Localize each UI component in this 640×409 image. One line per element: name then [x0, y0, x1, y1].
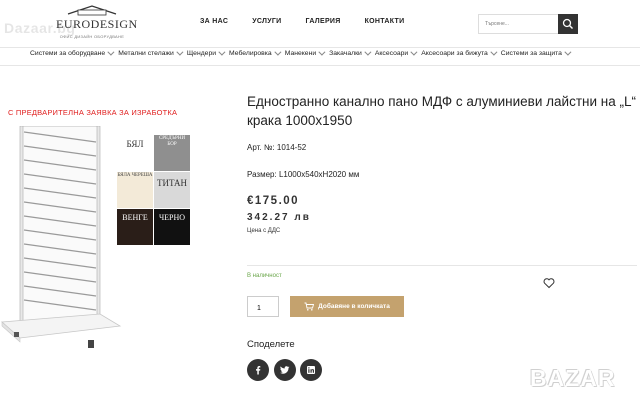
heart-icon[interactable] — [543, 277, 555, 289]
product-sku: Арт. №: 1014-52 — [247, 143, 306, 152]
category-nav: Системи за оборудване Метални стелажи Ще… — [0, 47, 640, 66]
swatch-pine[interactable]: СРЕДЪРНИ БОР — [154, 135, 190, 171]
add-to-cart-label: Добавяне в количката — [318, 303, 390, 310]
facebook-icon — [256, 366, 261, 375]
linkedin-share-button[interactable] — [300, 359, 322, 381]
sku-label: Арт. №: — [247, 143, 275, 152]
nav-services[interactable]: УСЛУГИ — [252, 18, 281, 25]
color-swatches: БЯЛ СРЕДЪРНИ БОР БЯЛА ЧЕРЕША ТИТАН ВЕНГЕ… — [117, 135, 191, 245]
swatch-wenge[interactable]: ВЕНГЕ — [117, 209, 153, 245]
search-box — [478, 14, 578, 34]
search-button[interactable] — [558, 14, 578, 34]
chevron-down-icon — [176, 48, 184, 56]
category-accessories[interactable]: Аксесоари — [374, 48, 418, 57]
category-metal-shelves[interactable]: Метални стелажи — [118, 48, 184, 57]
swatch-label: БЯЛ — [126, 139, 144, 149]
category-label: Системи за защита — [500, 50, 562, 57]
swatch-titanium[interactable]: ТИТАН — [154, 172, 190, 208]
category-mannequins[interactable]: Манекени — [284, 48, 326, 57]
size-value: L1000x540xH2020 мм — [278, 170, 360, 179]
header: Dazaar.bg EURODESIGN ОФИС ДИЗАЙН ОБОРУДВ… — [0, 0, 640, 48]
price-eur: €175.00 — [247, 195, 300, 207]
chevron-down-icon — [564, 48, 572, 56]
quantity-input[interactable] — [248, 299, 278, 318]
product-size: Размер: L1000x540xH2020 мм — [247, 170, 359, 179]
swatch-label: ТИТАН — [156, 178, 188, 188]
site-logo[interactable]: EURODESIGN ОФИС ДИЗАЙН ОБОРУДВАНЕ — [56, 2, 138, 44]
swatch-label: ЧЕРНО — [158, 213, 186, 222]
share-title: Споделете — [247, 339, 295, 350]
product-title: Едностранно канално пано МДФ с алуминиев… — [247, 94, 636, 128]
category-jewelry-accessories[interactable]: Аксесоари за бижута — [421, 48, 498, 57]
facebook-share-button[interactable] — [247, 359, 269, 381]
divider — [247, 265, 637, 266]
preorder-note: С ПРЕДВАРИТЕЛНА ЗАЯВКА ЗА ИЗРАБОТКА — [8, 108, 178, 117]
chevron-down-icon — [410, 48, 418, 56]
add-to-cart-button[interactable]: Добавяне в количката — [290, 296, 404, 317]
category-label: Мебелировка — [229, 50, 272, 57]
nav-gallery[interactable]: ГАЛЕРИЯ — [306, 18, 341, 25]
cart-icon — [304, 302, 315, 311]
chevron-down-icon — [218, 48, 226, 56]
logo-roof-icon — [67, 5, 117, 16]
category-label: Манекени — [284, 50, 317, 57]
chevron-down-icon — [274, 48, 282, 56]
quantity-field — [247, 296, 279, 318]
swatch-white[interactable]: БЯЛ — [117, 135, 153, 171]
size-label: Размер: — [247, 170, 277, 179]
sku-value: 1014-52 — [276, 143, 307, 152]
category-label: Щендери — [186, 50, 217, 57]
stock-status: В наличност — [247, 273, 282, 279]
category-label: Закачалки — [329, 50, 362, 57]
category-equipment-systems[interactable]: Системи за оборудване — [30, 48, 115, 57]
main-nav: ЗА НАС УСЛУГИ ГАЛЕРИЯ КОНТАКТИ — [200, 18, 428, 25]
twitter-icon — [280, 366, 290, 374]
category-hangers[interactable]: Закачалки — [329, 48, 372, 57]
swatch-label: ВЕНГЕ — [122, 213, 148, 222]
logo-tagline: ОФИС ДИЗАЙН ОБОРУДВАНЕ — [59, 34, 125, 39]
chevron-down-icon — [318, 48, 326, 56]
search-icon — [562, 18, 573, 29]
swatch-black[interactable]: ЧЕРНО — [154, 209, 190, 245]
swatch-label: СРЕДЪРНИ БОР — [158, 136, 186, 147]
swatch-label: БЯЛА ЧЕРЕША — [117, 173, 153, 178]
vat-note: Цена с ДДС — [247, 228, 281, 234]
nav-contacts[interactable]: КОНТАКТИ — [365, 18, 405, 25]
category-label: Аксесоари за бижута — [421, 50, 488, 57]
category-label: Системи за оборудване — [30, 50, 106, 57]
chevron-down-icon — [490, 48, 498, 56]
swatch-white-cherry[interactable]: БЯЛА ЧЕРЕША — [117, 172, 153, 208]
bazar-watermark: BAZAR — [530, 365, 616, 391]
category-label: Метални стелажи — [118, 50, 174, 57]
twitter-share-button[interactable] — [274, 359, 296, 381]
chevron-down-icon — [364, 48, 372, 56]
category-furniture[interactable]: Мебелировка — [229, 48, 282, 57]
category-label: Аксесоари — [374, 50, 409, 57]
linkedin-icon — [307, 366, 315, 374]
logo-text: EURODESIGN — [56, 17, 138, 31]
chevron-down-icon — [107, 48, 115, 56]
category-security-systems[interactable]: Системи за защита — [500, 48, 572, 57]
search-input[interactable] — [479, 15, 559, 33]
category-stands[interactable]: Щендери — [186, 48, 226, 57]
price-bgn: 342.27 лв — [247, 212, 311, 223]
nav-about[interactable]: ЗА НАС — [200, 18, 228, 25]
